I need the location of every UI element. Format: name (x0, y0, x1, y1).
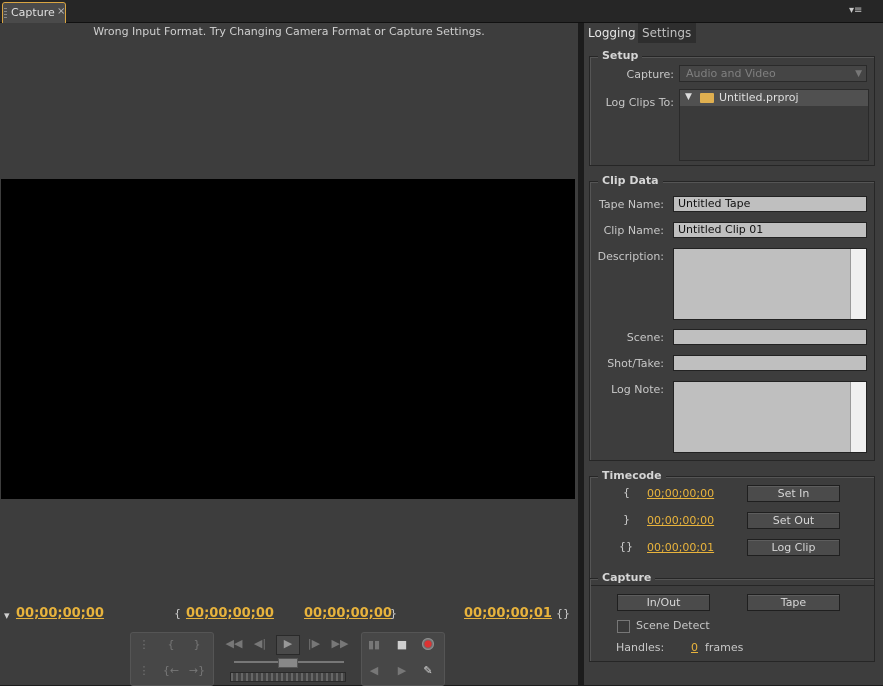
fast-forward-icon[interactable]: ▶▶ (330, 636, 350, 652)
shuttle-handle[interactable] (278, 658, 298, 668)
step-back-icon[interactable]: ◀| (250, 636, 270, 652)
out-point-icon: } (390, 607, 397, 620)
transport-controls: ◀◀ ◀| ▶ |▶ ▶▶ (218, 632, 358, 684)
go-to-in-point-icon[interactable]: {← (161, 663, 181, 679)
capture-tab[interactable]: Capture × (2, 2, 66, 23)
in-point-icon: { (174, 607, 181, 620)
set-out-icon[interactable]: ⋮ (134, 663, 154, 679)
video-preview (1, 179, 575, 499)
project-name: Untitled.prproj (719, 91, 799, 104)
disclosure-triangle-icon[interactable]: ▼ (685, 92, 692, 102)
in-timecode[interactable]: 00;00;00;00 (186, 606, 274, 621)
panel-title-bar (0, 0, 883, 23)
out-point-icon: } (623, 513, 630, 526)
goto-out-icon[interactable]: } (187, 637, 207, 653)
timecode-legend: Timecode (598, 469, 666, 482)
shot-take-label: Shot/Take: (607, 357, 664, 370)
tape-name-input[interactable]: Untitled Tape (673, 196, 867, 212)
scene-detect-icon[interactable]: ✎ (418, 663, 438, 679)
next-scene-icon[interactable]: ▶ (392, 663, 412, 679)
duration-timecode[interactable]: 00;00;00;01 (464, 606, 552, 621)
set-out-button[interactable]: Set Out (747, 512, 840, 529)
rewind-icon[interactable]: ◀◀ (224, 636, 244, 652)
goto-in-icon[interactable]: { (161, 637, 181, 653)
format-warning: Wrong Input Format. Try Changing Camera … (93, 25, 485, 38)
handles-value[interactable]: 0 (691, 641, 698, 654)
out-timecode[interactable]: 00;00;00;00 (304, 606, 392, 621)
capture-select-value: Audio and Video (686, 67, 776, 80)
clip-name-label: Clip Name: (603, 224, 664, 237)
log-clip-button[interactable]: Log Clip (747, 539, 840, 556)
log-note-scrollbar[interactable] (850, 382, 866, 452)
stop-icon[interactable]: ■ (392, 637, 412, 653)
record-icon[interactable] (422, 638, 434, 650)
clip-data-legend: Clip Data (598, 174, 663, 187)
playhead-icon: ▾ (4, 609, 10, 622)
timecode-out-value[interactable]: 00;00;00;00 (647, 514, 714, 527)
capture-legend: Capture (598, 571, 656, 584)
record-controls: ▮▮ ■ ◀ ▶ ✎ (361, 632, 445, 686)
scene-input[interactable] (673, 329, 867, 345)
log-clips-label: Log Clips To: (605, 96, 674, 109)
previous-scene-icon[interactable]: ◀ (364, 663, 384, 679)
close-icon[interactable]: × (57, 6, 65, 17)
project-tree: ▼ Untitled.prproj (679, 89, 869, 161)
scene-detect-checkbox[interactable] (617, 620, 630, 633)
marker-controls: ⋮ { } ⋮ {← →} (130, 632, 214, 686)
scene-label: Scene: (626, 331, 664, 344)
timecode-duration-value[interactable]: 00;00;00;01 (647, 541, 714, 554)
capture-tab-label: Capture (11, 6, 55, 19)
handles-unit: frames (705, 641, 744, 654)
capture-label: Capture: (626, 68, 674, 81)
project-tree-row[interactable]: ▼ Untitled.prproj (680, 90, 868, 106)
current-timecode[interactable]: 00;00;00;00 (16, 606, 104, 621)
panel-menu-icon[interactable]: ▾≡ (849, 5, 867, 17)
tape-button[interactable]: Tape (747, 594, 840, 611)
capture-select[interactable]: Audio and Video ▼ (679, 65, 867, 82)
duration-icon: {} (556, 607, 570, 620)
log-note-label: Log Note: (611, 383, 664, 396)
chevron-down-icon: ▼ (855, 69, 862, 79)
description-scrollbar[interactable] (850, 249, 866, 319)
description-label: Description: (597, 250, 664, 263)
log-note-input[interactable] (673, 381, 867, 453)
tab-logging[interactable]: Logging (584, 23, 640, 43)
tab-settings[interactable]: Settings (638, 23, 696, 43)
set-in-icon[interactable]: ⋮ (134, 637, 154, 653)
duration-icon: {} (619, 540, 633, 553)
description-input[interactable] (673, 248, 867, 320)
clip-name-input[interactable]: Untitled Clip 01 (673, 222, 867, 238)
in-out-button[interactable]: In/Out (617, 594, 710, 611)
capture-monitor: Wrong Input Format. Try Changing Camera … (0, 23, 578, 686)
grip-icon[interactable] (4, 8, 7, 18)
setup-legend: Setup (598, 49, 643, 62)
scene-detect-label: Scene Detect (636, 619, 710, 632)
in-point-icon: { (623, 486, 630, 499)
folder-icon (700, 93, 714, 103)
handles-label: Handles: (616, 641, 665, 654)
timecode-in-value[interactable]: 00;00;00;00 (647, 487, 714, 500)
pause-icon[interactable]: ▮▮ (364, 637, 384, 653)
step-forward-icon[interactable]: |▶ (304, 636, 324, 652)
tape-name-label: Tape Name: (598, 198, 664, 211)
set-in-button[interactable]: Set In (747, 485, 840, 502)
jog-wheel[interactable] (230, 672, 346, 682)
logging-panel: Logging Settings Setup Capture: Audio an… (584, 23, 883, 685)
go-to-out-point-icon[interactable]: →} (187, 663, 207, 679)
play-icon[interactable]: ▶ (276, 635, 300, 655)
shot-take-input[interactable] (673, 355, 867, 371)
